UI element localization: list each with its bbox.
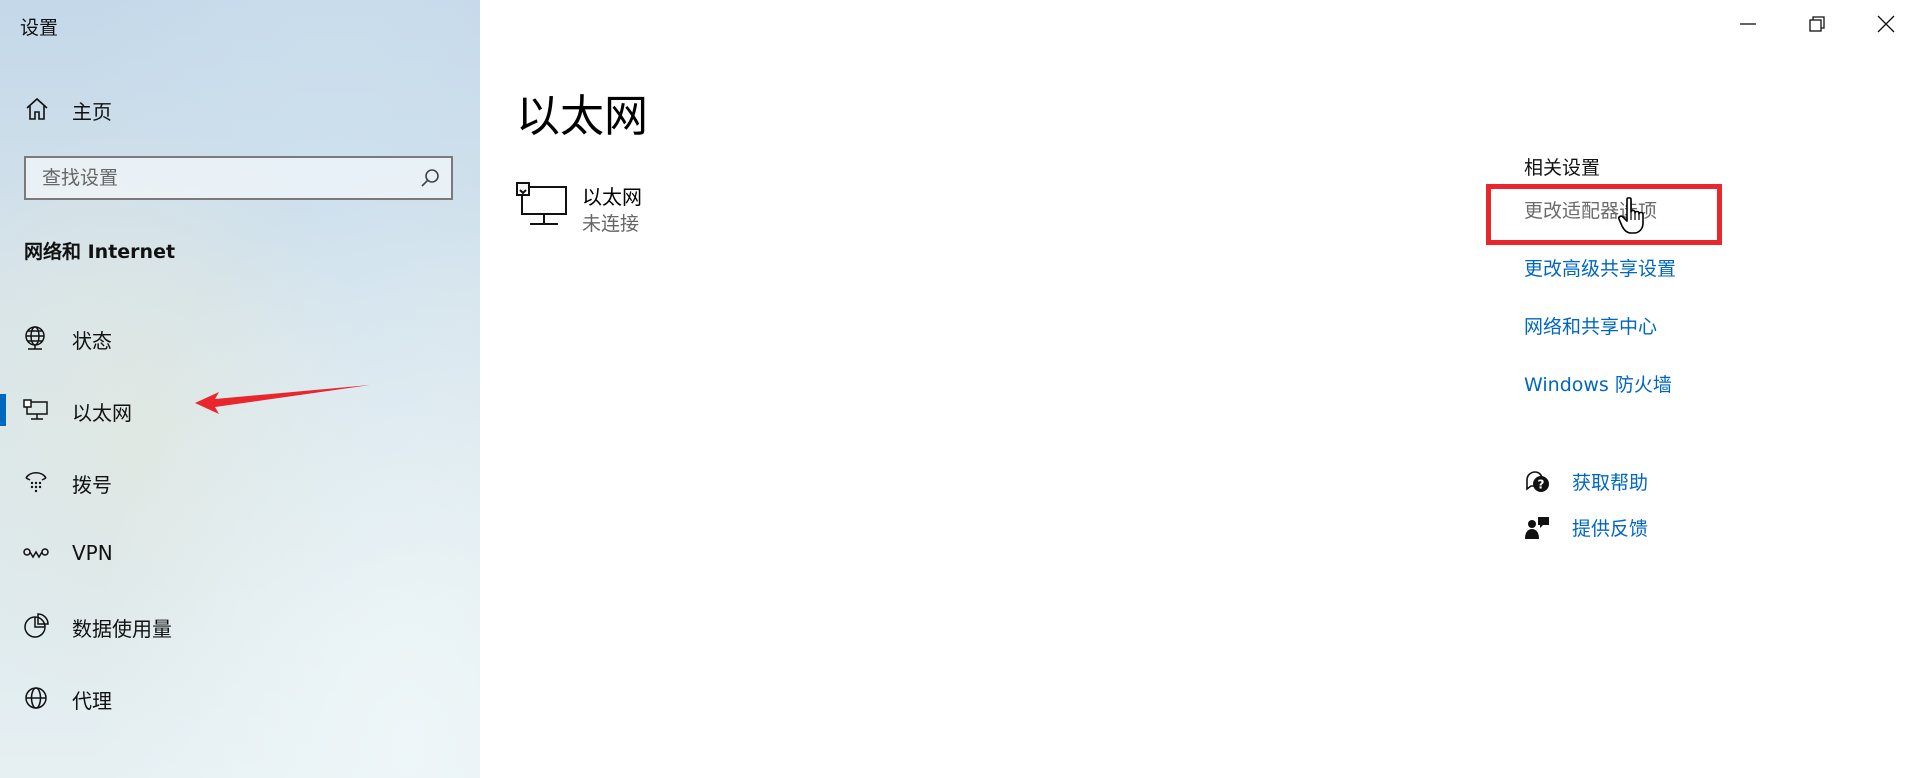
close-icon — [1877, 15, 1894, 33]
page-title: 以太网 — [516, 91, 648, 142]
related-settings-title: 相关设置 — [1524, 157, 1601, 179]
sidebar: 设置 主页 网络和 Internet 状态 以太网 — [0, 0, 480, 778]
ethernet-icon — [23, 399, 48, 420]
window-controls — [1713, 0, 1920, 48]
search-input[interactable] — [26, 158, 422, 198]
feedback-link[interactable]: 提供反馈 — [1572, 514, 1648, 541]
annotation-highlight-box — [1486, 184, 1722, 245]
annotation-arrow — [195, 385, 370, 414]
proxy-globe-icon — [25, 687, 47, 709]
sidebar-item-proxy[interactable]: 代理 — [0, 670, 480, 726]
status-globe-icon — [25, 326, 45, 350]
section-title: 网络和 Internet — [24, 241, 176, 263]
restore-icon — [1808, 16, 1825, 32]
data-usage-icon — [24, 613, 49, 638]
sidebar-item-label: 数据使用量 — [72, 617, 172, 641]
sidebar-item-label: 状态 — [72, 329, 112, 353]
sidebar-item-label: VPN — [72, 541, 113, 565]
close-button[interactable] — [1851, 0, 1920, 48]
feedback-person-icon — [1525, 517, 1549, 539]
windows-firewall-link[interactable]: Windows 防火墙 — [1524, 370, 1672, 397]
sidebar-item-data-usage[interactable]: 数据使用量 — [0, 598, 480, 654]
feedback-row[interactable]: 提供反馈 — [1524, 512, 1724, 544]
hand-cursor-icon — [1618, 197, 1644, 234]
nav-home-label: 主页 — [72, 100, 112, 124]
ethernet-monitor-icon — [516, 182, 567, 225]
vpn-icon — [23, 548, 49, 559]
sidebar-item-label: 拨号 — [72, 473, 112, 497]
dialup-icon — [25, 472, 47, 493]
minimize-button[interactable] — [1713, 0, 1782, 48]
svg-text:?: ? — [1538, 478, 1545, 492]
network-sharing-center-link[interactable]: 网络和共享中心 — [1524, 312, 1657, 339]
get-help-row[interactable]: ? 获取帮助 — [1524, 466, 1724, 498]
restore-button[interactable] — [1782, 0, 1851, 48]
advanced-sharing-link[interactable]: 更改高级共享设置 — [1524, 254, 1676, 281]
minimize-icon — [1739, 23, 1756, 25]
sidebar-item-label: 以太网 — [72, 401, 132, 425]
search-icon[interactable] — [419, 167, 441, 189]
help-chat-icon: ? — [1526, 471, 1549, 492]
search-box[interactable] — [24, 156, 453, 200]
home-icon — [26, 97, 48, 120]
ethernet-adapter-tile[interactable]: 以太网 未连接 — [516, 178, 736, 238]
sidebar-item-label: 代理 — [72, 689, 112, 713]
nav-home[interactable]: 主页 — [0, 86, 480, 134]
get-help-link[interactable]: 获取帮助 — [1572, 468, 1648, 495]
sidebar-item-status[interactable]: 状态 — [0, 310, 480, 366]
sidebar-item-dialup[interactable]: 拨号 — [0, 454, 480, 510]
adapter-name: 以太网 — [582, 185, 642, 209]
app-title: 设置 — [20, 17, 59, 39]
sidebar-item-vpn[interactable]: VPN — [0, 526, 480, 582]
adapter-status: 未连接 — [582, 213, 640, 235]
